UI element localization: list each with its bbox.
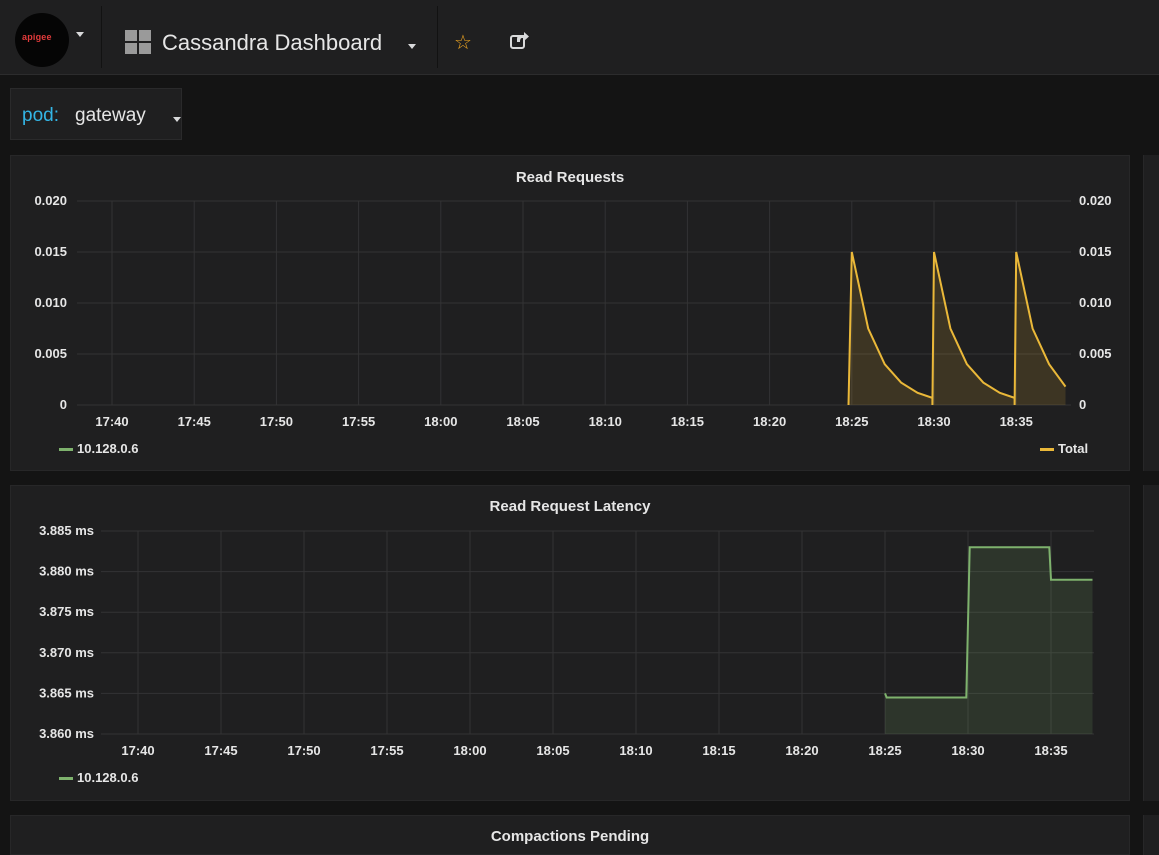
y-tick-label-right: 0.020 — [1079, 193, 1112, 208]
x-tick-label: 18:15 — [702, 743, 735, 758]
y-tick-label: 3.865 ms — [39, 685, 94, 700]
dashboard-title[interactable]: Cassandra Dashboard — [162, 30, 382, 56]
x-tick-label: 17:40 — [95, 414, 128, 429]
template-variable-pod[interactable]: pod: gateway — [10, 88, 182, 140]
divider — [101, 6, 102, 68]
y-tick-label: 3.885 ms — [39, 523, 94, 538]
x-tick-label: 18:25 — [835, 414, 868, 429]
x-tick-label: 18:15 — [671, 414, 704, 429]
legend-label: 10.128.0.6 — [77, 441, 139, 456]
legend-swatch — [59, 777, 73, 781]
panel-compactions-pending: Compactions Pending — [10, 815, 1130, 855]
legend-item-10-128-0-6[interactable]: 10.128.0.6 — [59, 441, 138, 456]
dashboard-caret-icon[interactable] — [408, 44, 416, 49]
y-tick-label: 0.020 — [34, 193, 67, 208]
legend-item-total[interactable]: Total — [1040, 441, 1088, 456]
x-tick-label: 18:35 — [1000, 414, 1033, 429]
logo-caret-icon[interactable] — [76, 32, 84, 37]
x-tick-label: 18:30 — [917, 414, 950, 429]
y-tick-label: 3.875 ms — [39, 604, 94, 619]
divider — [437, 6, 438, 68]
x-tick-label: 18:25 — [868, 743, 901, 758]
x-tick-label: 17:55 — [370, 743, 403, 758]
x-tick-label: 17:45 — [178, 414, 211, 429]
top-navbar: apigee Cassandra Dashboard ☆ — [0, 0, 1159, 75]
x-tick-label: 18:10 — [589, 414, 622, 429]
x-tick-label: 18:00 — [424, 414, 457, 429]
y-tick-label: 0.005 — [34, 346, 67, 361]
y-tick-label-right: 0.010 — [1079, 295, 1112, 310]
panel-read-request-latency: Read Request Latency 3.885 ms 3.880 ms 3.8… — [10, 485, 1130, 801]
x-tick-label: 17:55 — [342, 414, 375, 429]
variable-name: pod: — [22, 105, 59, 126]
legend-label: Total — [1058, 441, 1089, 456]
y-tick-label-right: 0 — [1079, 397, 1086, 412]
y-tick-label-right: 0.005 — [1079, 346, 1112, 361]
legend-swatch — [1040, 448, 1054, 452]
y-tick-label: 0.010 — [34, 295, 67, 310]
panel-edge — [1143, 815, 1159, 855]
panel-read-requests: Read Requests 0.020 0.020 0.015 0.015 0.010 0… — [10, 155, 1130, 471]
star-icon[interactable]: ☆ — [454, 30, 472, 55]
y-tick-label: 0 — [60, 397, 67, 412]
x-tick-label: 18:20 — [753, 414, 786, 429]
dashboard-grid-icon[interactable] — [125, 30, 151, 54]
panel-edge — [1143, 485, 1159, 801]
x-tick-label: 17:50 — [260, 414, 293, 429]
read-request-latency-chart: 3.885 ms 3.880 ms 3.875 ms 3.870 ms 3.865 ms… — [39, 523, 1094, 758]
apigee-logo[interactable]: apigee — [15, 13, 69, 67]
x-tick-label: 17:50 — [287, 743, 320, 758]
x-tick-label: 18:05 — [506, 414, 539, 429]
legend-label: 10.128.0.6 — [77, 770, 139, 785]
panel-edge — [1143, 155, 1159, 471]
y-tick-label: 3.870 ms — [39, 645, 94, 660]
x-tick-label: 18:00 — [453, 743, 486, 758]
x-tick-label: 18:35 — [1034, 743, 1067, 758]
x-tick-label: 18:20 — [785, 743, 818, 758]
y-tick-label: 3.860 ms — [39, 726, 94, 741]
x-tick-label: 17:45 — [204, 743, 237, 758]
x-tick-label: 18:05 — [536, 743, 569, 758]
legend-item-10-128-0-6[interactable]: 10.128.0.6 — [59, 770, 138, 785]
x-tick-label: 18:10 — [619, 743, 652, 758]
series-fill — [885, 547, 1093, 734]
y-tick-label-right: 0.015 — [1079, 244, 1112, 259]
y-tick-label: 0.015 — [34, 244, 67, 259]
panel-title[interactable]: Compactions Pending — [11, 828, 1129, 845]
logo-text: apigee — [22, 32, 52, 42]
y-tick-label: 3.880 ms — [39, 564, 94, 579]
chevron-down-icon — [173, 117, 181, 122]
variable-value: gateway — [75, 105, 146, 126]
legend-swatch — [59, 448, 73, 452]
x-tick-label: 17:40 — [121, 743, 154, 758]
share-icon[interactable] — [510, 30, 530, 50]
read-requests-chart: 0.020 0.020 0.015 0.015 0.010 0.010 0.005 0.005… — [34, 193, 1112, 429]
x-tick-label: 18:30 — [951, 743, 984, 758]
